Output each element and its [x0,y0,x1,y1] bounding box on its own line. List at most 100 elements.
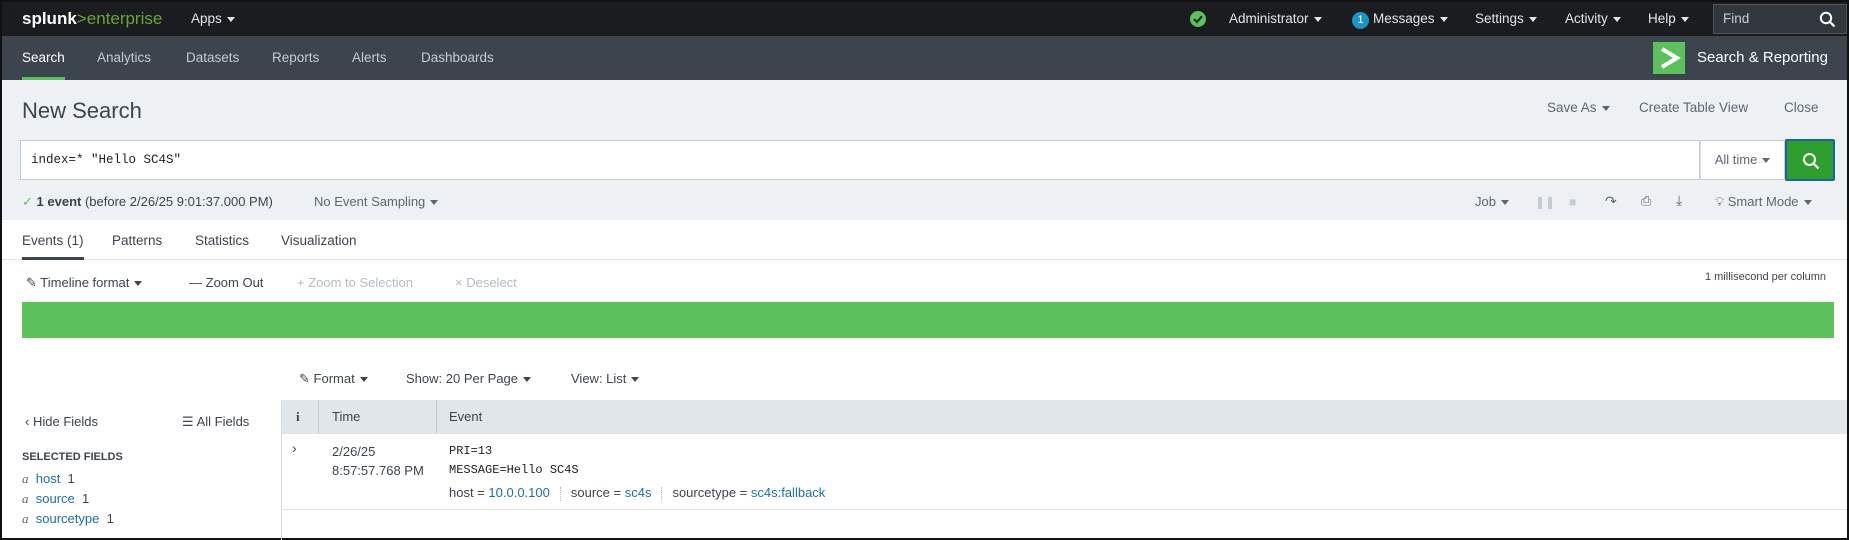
deselect-button[interactable]: × Deselect [455,275,517,290]
format-dropdown[interactable]: ✎ Format [299,371,368,387]
results-tabbar [2,220,1847,260]
event-raw[interactable]: PRI=13 MESSAGE=Hello SC4S [449,442,579,480]
job-menu[interactable]: Job [1475,194,1509,209]
app-name[interactable]: Search & Reporting [1697,36,1828,80]
job-label: Job [1475,194,1496,209]
tab-patterns[interactable]: Patterns [112,233,162,248]
field-label-source: source = [570,485,622,500]
time-range-picker[interactable]: All time [1700,140,1785,180]
find-input[interactable]: Find [1713,4,1847,34]
field-type: a [22,511,29,526]
chevron-down-icon [1612,16,1621,22]
save-as-label: Save As [1547,100,1597,115]
timeline-histogram-bar[interactable] [22,302,1834,338]
tab-datasets[interactable]: Datasets [186,36,239,80]
activity-menu[interactable]: Activity [1565,2,1621,36]
minus-icon: — [189,275,202,290]
chevron-down-icon [1601,105,1610,111]
save-as-button[interactable]: Save As [1547,100,1610,115]
field-item[interactable]: a source 1 [22,491,89,507]
view-dropdown[interactable]: View: List [571,371,640,386]
field-name: source [35,491,75,506]
event-column-header: Event [449,409,483,424]
field-type: a [22,491,29,506]
tab-statistics[interactable]: Statistics [195,233,249,248]
all-fields-label: All Fields [196,414,250,429]
search-icon[interactable] [1819,11,1836,28]
logo-separator: > [76,9,87,28]
find-placeholder: Find [1723,11,1750,26]
column-divider [436,400,437,434]
event-line: PRI=13 [449,444,493,458]
all-fields-button[interactable]: ☰ All Fields [182,414,249,430]
tab-search[interactable]: Search [22,36,65,80]
settings-menu[interactable]: Settings [1475,2,1537,36]
chevron-down-icon [1528,16,1537,22]
column-divider [318,400,319,434]
list-icon: ☰ [182,414,194,429]
print-icon[interactable]: ⎙ [1641,193,1651,209]
status-detail: (before 2/26/25 9:01:37.000 PM) [84,194,273,209]
chevron-left-icon: ‹ [25,414,30,429]
tab-alerts[interactable]: Alerts [352,36,387,80]
help-menu[interactable]: Help [1648,2,1689,36]
field-count: 1 [67,471,75,486]
field-name: host [35,471,61,486]
field-item[interactable]: a host 1 [22,471,75,487]
search-submit-button[interactable] [1785,139,1835,181]
tab-reports[interactable]: Reports [272,36,319,80]
event-count: 1 event [36,194,82,209]
tab-events[interactable]: Events (1) [22,233,84,260]
field-item[interactable]: a sourcetype 1 [22,511,114,527]
search-query-input[interactable]: index=* "Hello SC4S" [20,140,1700,180]
pause-icon[interactable]: ❚❚ [1535,195,1555,209]
page-title: New Search [22,98,142,123]
settings-label: Settings [1475,11,1524,26]
zoom-to-selection-button[interactable]: + Zoom to Selection [297,275,413,290]
field-value-sourcetype[interactable]: sc4s:fallback [751,485,825,500]
tab-visualization[interactable]: Visualization [281,233,357,248]
view-label: View: List [571,371,627,386]
search-mode-label: Smart Mode [1727,194,1799,209]
app-nav-bar: Search Analytics Datasets Reports Alerts… [2,36,1847,80]
events-table-header: i Time Event [282,400,1847,434]
hide-fields-button[interactable]: ‹ Hide Fields [25,414,98,429]
field-value-source[interactable]: sc4s [625,485,652,500]
timeline-format-dropdown[interactable]: ✎ Timeline format [26,275,143,291]
create-table-view-button[interactable]: Create Table View [1639,100,1748,115]
chevron-down-icon [631,377,640,383]
zoom-out-button[interactable]: — Zoom Out [189,275,263,290]
messages-menu[interactable]: 1 Messages [1352,2,1448,36]
time-column-header[interactable]: Time [332,409,360,424]
event-sampling-dropdown[interactable]: No Event Sampling [314,194,439,209]
chevron-down-icon [1680,16,1689,22]
chevron-down-icon [1803,200,1812,206]
search-mode-dropdown[interactable]: 💡︎ Smart Mode [1715,194,1812,210]
job-status: ✓ 1 event (before 2/26/25 9:01:37.000 PM… [22,194,273,210]
hide-fields-label: Hide Fields [32,414,98,429]
export-icon[interactable]: ⤓ [1676,192,1682,209]
close-button[interactable]: Close [1784,100,1819,115]
apps-menu[interactable]: Apps [191,2,235,36]
user-menu[interactable]: Administrator [1229,2,1322,36]
field-label-host: host = [449,485,485,500]
field-name: sourcetype [35,511,100,526]
tab-dashboards[interactable]: Dashboards [421,36,494,80]
stop-icon[interactable]: ■ [1569,195,1576,209]
check-icon: ✓ [22,194,33,209]
health-status[interactable] [1190,2,1206,36]
event-fields: host = 10.0.0.100 source = sc4s sourcetype… [449,485,825,501]
field-value-host[interactable]: 10.0.0.100 [488,485,549,500]
zoom-out-label: Zoom Out [205,275,264,290]
tab-analytics[interactable]: Analytics [97,36,151,80]
splunk-logo[interactable]: splunk>enterprise [22,2,162,36]
chevron-down-icon [1313,16,1322,22]
info-column-header: i [296,409,300,424]
expand-chevron-icon[interactable]: › [292,440,297,456]
chevron-down-icon [226,16,235,22]
share-icon[interactable]: ↷ [1605,193,1617,210]
row-divider [282,509,1847,510]
time-range-label: All time [1714,152,1758,167]
chevron-down-icon [1762,158,1771,164]
per-page-dropdown[interactable]: Show: 20 Per Page [406,371,532,386]
